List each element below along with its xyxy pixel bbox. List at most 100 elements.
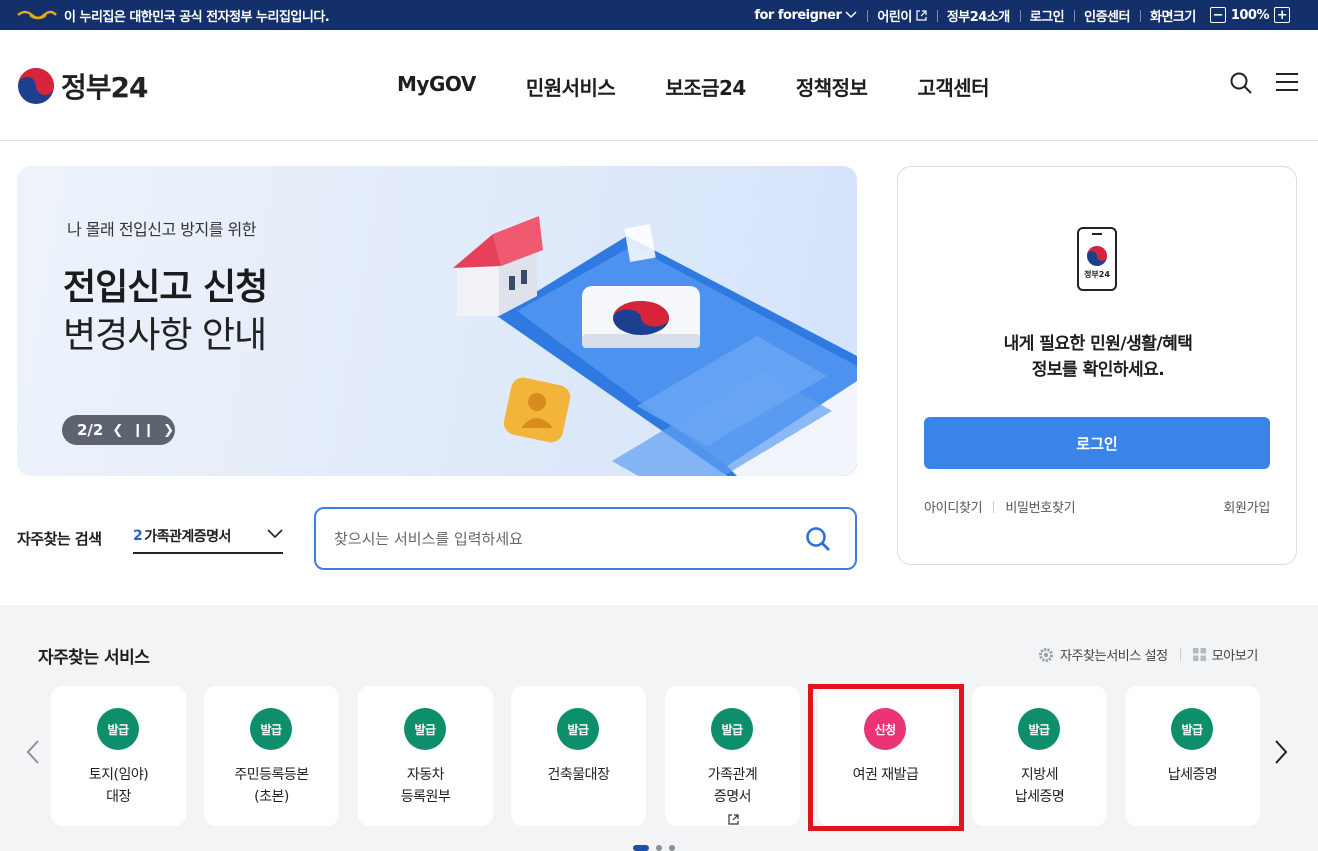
kids-link[interactable]: 어린이 <box>867 6 936 25</box>
phone-illustration <box>453 216 857 476</box>
search-icon[interactable] <box>1230 72 1252 94</box>
chevron-left-icon[interactable]: ❮ <box>112 423 123 438</box>
service-card-family-certificate[interactable]: 발급 가족관계 증명서 <box>665 686 800 826</box>
menu-icon[interactable] <box>1276 72 1298 92</box>
grid-icon <box>1192 648 1206 661</box>
nav-civil-services[interactable]: 민원서비스 <box>526 72 616 101</box>
nav-policy-info[interactable]: 정책정보 <box>796 72 868 101</box>
chevron-right-icon[interactable]: ❯ <box>163 423 174 438</box>
issue-badge: 발급 <box>404 708 446 750</box>
service-settings-button[interactable]: 자주찾는서비스 설정 <box>1038 645 1168 664</box>
service-card-tax-certificate[interactable]: 발급 납세증명 <box>1125 686 1260 826</box>
frequent-search-rank: 2 <box>133 528 143 544</box>
issue-badge: 발급 <box>97 708 139 750</box>
divider <box>1179 648 1181 661</box>
zoom-control: 화면크기 − 100% + <box>1139 6 1300 25</box>
gov24-logo[interactable]: 정부24 <box>17 66 148 106</box>
frequent-services-title: 자주찾는 서비스 <box>38 648 150 668</box>
zoom-in-button[interactable]: + <box>1274 7 1290 23</box>
frequent-search-term: 가족관계증명서 <box>144 529 231 545</box>
header-icons <box>1230 72 1298 94</box>
official-site-banner: 이 누리집은 대한민국 공식 전자정부 누리집입니다. for foreigne… <box>0 0 1318 30</box>
service-search-box <box>314 507 857 570</box>
login-message-line2: 정보를 확인하세요. <box>1031 360 1165 380</box>
zoom-group: − 100% + <box>1200 7 1290 23</box>
frequent-services-tools: 자주찾는서비스 설정 모아보기 <box>1038 645 1258 664</box>
divider <box>993 500 995 513</box>
login-links: 아이디찾기 비밀번호찾기 회원가입 <box>924 497 1270 516</box>
taegeuk-logo-icon <box>18 68 54 104</box>
zoom-value: 100% <box>1230 7 1270 23</box>
service-search-input[interactable] <box>334 509 794 568</box>
view-all-label: 모아보기 <box>1211 649 1259 664</box>
carousel-next-icon[interactable] <box>1274 740 1288 764</box>
frequent-search-label: 자주찾는 검색 <box>17 530 102 548</box>
pause-icon[interactable]: ❙❙ <box>132 423 154 438</box>
carousel-dot[interactable] <box>656 845 662 851</box>
certificate-center-link[interactable]: 인증센터 <box>1074 6 1140 25</box>
government-mark-icon <box>17 10 57 20</box>
carousel-prev-icon[interactable] <box>26 740 40 764</box>
kids-label: 어린이 <box>877 9 912 25</box>
about-gov24-link[interactable]: 정부24소개 <box>936 6 1020 25</box>
app-icon-label: 정부24 <box>1084 270 1110 279</box>
service-name: 가족관계 증명서 <box>665 764 800 830</box>
search-icon[interactable] <box>805 526 831 552</box>
gov24-app-icon <box>1077 227 1117 291</box>
nav-subsidy24[interactable]: 보조금24 <box>665 72 746 101</box>
utility-links: for foreigner 어린이 정부24소개 로그인 인증센터 화면크기 −… <box>744 0 1300 30</box>
login-button[interactable]: 로그인 <box>924 417 1270 469</box>
zoom-label: 화면크기 <box>1149 9 1196 25</box>
view-all-button[interactable]: 모아보기 <box>1192 645 1259 664</box>
hero-title-line2: 변경사항 안내 <box>63 315 267 356</box>
service-card-local-tax-certificate[interactable]: 발급 지방세 납세증명 <box>972 686 1107 826</box>
service-settings-label: 자주찾는서비스 설정 <box>1059 649 1168 664</box>
logo-text: 정부24 <box>61 71 148 104</box>
find-password-link[interactable]: 비밀번호찾기 <box>1005 497 1075 516</box>
join-link[interactable]: 회원가입 <box>1223 497 1270 516</box>
main-navigation: MyGOV 민원서비스 보조금24 정책정보 고객센터 <box>397 72 990 101</box>
nav-customer-center[interactable]: 고객센터 <box>917 72 989 101</box>
hero-page-indicator: 2/2 <box>77 421 104 439</box>
frequent-services-section: 자주찾는 서비스 자주찾는서비스 설정 모아보기 발급 토지(임야) 대장 발급 … <box>0 605 1318 851</box>
find-id-link[interactable]: 아이디찾기 <box>924 497 983 516</box>
hero-pager: 2/2 ❮ ❙❙ ❯ <box>62 415 175 445</box>
login-message-line1: 내게 필요한 민원/생활/혜택 <box>1003 334 1193 354</box>
external-link-icon <box>916 9 927 21</box>
zoom-out-button[interactable]: − <box>1209 7 1226 23</box>
service-name: 토지(임야) 대장 <box>88 767 149 805</box>
service-card-building-register[interactable]: 발급 건축물대장 <box>511 686 646 826</box>
external-link-icon <box>727 813 739 825</box>
issue-badge: 발급 <box>1018 708 1060 750</box>
frequent-search-select[interactable]: 2 가족관계증명서 <box>133 520 283 554</box>
service-name: 자동차 등록원부 <box>400 767 451 805</box>
service-name: 주민등록등본 (초본) <box>234 767 309 805</box>
service-name: 지방세 납세증명 <box>1014 767 1065 805</box>
issue-badge: 발급 <box>557 708 599 750</box>
for-foreigner-label: for foreigner <box>754 7 842 23</box>
chevron-down-icon <box>267 529 283 539</box>
gear-icon <box>1038 647 1053 662</box>
carousel-dot[interactable] <box>669 845 675 851</box>
issue-badge: 발급 <box>1171 708 1213 750</box>
service-card-vehicle-register[interactable]: 발급 자동차 등록원부 <box>358 686 493 826</box>
login-box: 정부24 내게 필요한 민원/생활/혜택 정보를 확인하세요. 로그인 아이디찾… <box>897 166 1297 565</box>
hero-eyebrow: 나 몰래 전입신고 방지를 위한 <box>67 220 256 239</box>
carousel-dots <box>633 845 675 851</box>
highlight-box <box>808 684 964 831</box>
hero-banner[interactable]: 나 몰래 전입신고 방지를 위한 전입신고 신청 변경사항 안내 2/2 ❮ ❙… <box>17 166 857 476</box>
issue-badge: 발급 <box>250 708 292 750</box>
chevron-down-icon <box>845 11 857 19</box>
service-card-land-register[interactable]: 발급 토지(임야) 대장 <box>51 686 186 826</box>
carousel-dot[interactable] <box>633 845 649 851</box>
service-card-resident-registration[interactable]: 발급 주민등록등본 (초본) <box>204 686 339 826</box>
service-name: 건축물대장 <box>547 767 610 783</box>
official-site-notice: 이 누리집은 대한민국 공식 전자정부 누리집입니다. <box>64 10 330 25</box>
for-foreigner-link[interactable]: for foreigner <box>744 8 867 23</box>
nav-mygov[interactable]: MyGOV <box>397 72 476 101</box>
hero-title-line1: 전입신고 신청 <box>63 267 268 308</box>
issue-badge: 발급 <box>711 708 753 750</box>
site-header: 정부24 MyGOV 민원서비스 보조금24 정책정보 고객센터 <box>0 30 1318 141</box>
top-login-link[interactable]: 로그인 <box>1019 6 1074 25</box>
service-name: 납세증명 <box>1167 767 1218 783</box>
